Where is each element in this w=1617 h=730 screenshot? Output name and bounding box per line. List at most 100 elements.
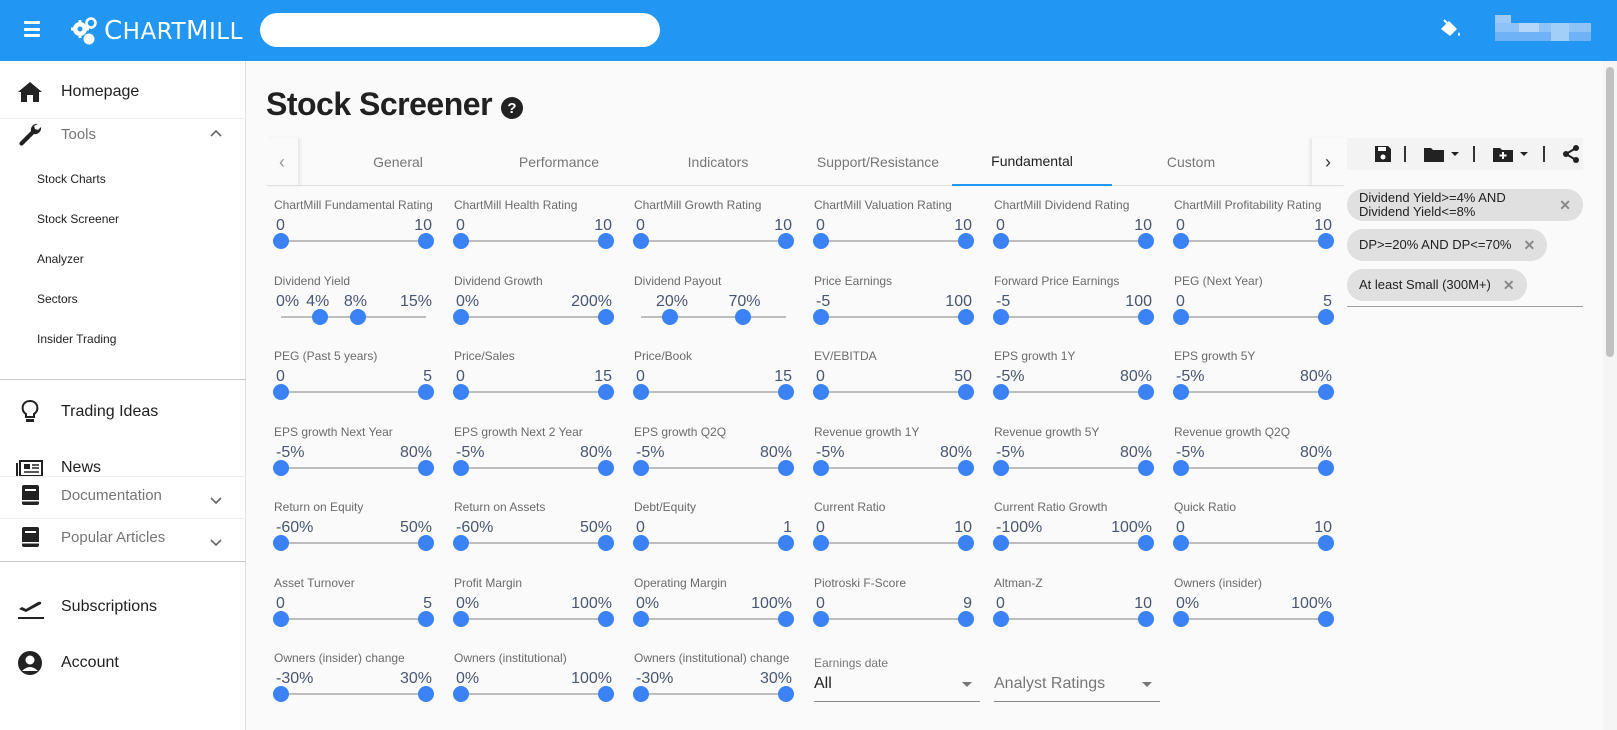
slider-track[interactable] [461,240,606,242]
chevron-down-icon[interactable] [208,534,224,550]
slider-min-handle[interactable] [453,611,469,627]
slider-track[interactable] [461,693,606,695]
slider-min-handle[interactable] [312,309,329,325]
slider-max-handle[interactable] [418,686,434,702]
slider-min-handle[interactable] [813,460,829,476]
slider-min-handle[interactable] [993,460,1009,476]
slider-min-handle[interactable] [813,611,829,627]
slider-max-handle[interactable] [1318,611,1334,627]
slider-min-handle[interactable] [993,611,1009,627]
slider-max-handle[interactable] [598,460,614,476]
slider-max-handle[interactable] [418,611,434,627]
slider-max-handle[interactable] [1318,309,1334,325]
slider-track[interactable] [1181,316,1326,318]
sidebar-item-tools[interactable]: Tools [0,106,246,162]
slider-max-handle[interactable] [418,535,434,551]
slider-min-handle[interactable] [453,686,469,702]
slider-max-handle[interactable] [418,460,434,476]
slider-track[interactable] [461,391,606,393]
slider-track[interactable] [1001,240,1146,242]
slider-track[interactable] [281,618,426,620]
slider-track[interactable] [1001,618,1146,620]
slider-max-handle[interactable] [1138,309,1154,325]
tab-custom[interactable]: Custom [1111,138,1271,186]
slider-max-handle[interactable] [1318,535,1334,551]
slider-max-handle[interactable] [349,309,366,325]
slider-track[interactable] [821,618,966,620]
sidebar-subitem-stock-charts[interactable]: Stock Charts [37,172,106,186]
save-button[interactable] [1373,142,1393,166]
slider-min-handle[interactable] [1173,309,1189,325]
slider-min-handle[interactable] [813,384,829,400]
slider-max-handle[interactable] [778,384,794,400]
share-button[interactable] [1561,142,1581,166]
slider-min-handle[interactable] [633,460,649,476]
tab-indicators[interactable]: Indicators [638,138,798,186]
slider-min-handle[interactable] [273,686,289,702]
slider-max-handle[interactable] [598,309,614,325]
slider-min-handle[interactable] [453,460,469,476]
slider-track[interactable] [281,240,426,242]
slider-track[interactable] [821,391,966,393]
slider-min-handle[interactable] [993,233,1009,249]
close-icon[interactable]: ✕ [1523,237,1535,254]
slider-min-handle[interactable] [1173,611,1189,627]
close-icon[interactable]: ✕ [1503,277,1515,294]
slider-track[interactable] [461,316,606,318]
slider-track[interactable] [461,618,606,620]
slider-max-handle[interactable] [778,233,794,249]
slider-max-handle[interactable] [958,233,974,249]
slider-min-handle[interactable] [633,384,649,400]
slider-max-handle[interactable] [598,611,614,627]
slider-max-handle[interactable] [418,233,434,249]
slider-track[interactable] [821,467,966,469]
sidebar-item-popular-articles[interactable]: Popular Articles [0,509,246,565]
slider-track[interactable] [281,391,426,393]
slider-max-handle[interactable] [778,611,794,627]
slider-track[interactable] [281,693,426,695]
slider-max-handle[interactable] [1138,611,1154,627]
slider-max-handle[interactable] [778,460,794,476]
slider-track[interactable] [641,240,786,242]
slider-max-handle[interactable] [958,535,974,551]
slider-track[interactable] [641,693,786,695]
slider-min-handle[interactable] [453,233,469,249]
slider-max-handle[interactable] [418,384,434,400]
slider-max-handle[interactable] [598,233,614,249]
close-icon[interactable]: ✕ [1559,197,1571,214]
slider-track[interactable] [641,618,786,620]
slider-track[interactable] [821,240,966,242]
help-icon[interactable]: ? [500,96,524,120]
slider-max-handle[interactable] [958,309,974,325]
tab-scroll-right-button[interactable]: › [1311,138,1344,186]
slider-track[interactable] [1001,542,1146,544]
slider-min-handle[interactable] [993,384,1009,400]
sidebar-subitem-stock-screener[interactable]: Stock Screener [37,212,119,226]
tab-general[interactable]: General [318,138,478,186]
slider-min-handle[interactable] [453,309,469,325]
sidebar-item-trading-ideas[interactable]: Trading Ideas [0,384,246,440]
chevron-up-icon[interactable] [208,126,224,142]
slider-max-handle[interactable] [1318,384,1334,400]
user-menu[interactable] [1495,15,1591,41]
slider-min-handle[interactable] [633,686,649,702]
slider-track[interactable] [461,542,606,544]
search-input[interactable] [260,13,660,47]
slider-min-handle[interactable] [633,611,649,627]
slider-min-handle[interactable] [993,309,1009,325]
slider-min-handle[interactable] [813,535,829,551]
slider-track[interactable] [281,542,426,544]
slider-max-handle[interactable] [1138,384,1154,400]
slider-min-handle[interactable] [633,233,649,249]
chartmill-logo[interactable]: CHARTMILL [70,14,243,48]
new-screen-button[interactable] [1492,142,1530,166]
slider-max-handle[interactable] [778,686,794,702]
tab-support-resistance[interactable]: Support/Resistance [798,138,958,186]
slider-track[interactable] [1001,316,1146,318]
slider-min-handle[interactable] [1173,535,1189,551]
menu-icon[interactable] [22,21,42,39]
slider-max-handle[interactable] [1138,233,1154,249]
slider-min-handle[interactable] [1173,233,1189,249]
slider-max-handle[interactable] [1138,535,1154,551]
sidebar-item-subscriptions[interactable]: Subscriptions [0,579,246,635]
